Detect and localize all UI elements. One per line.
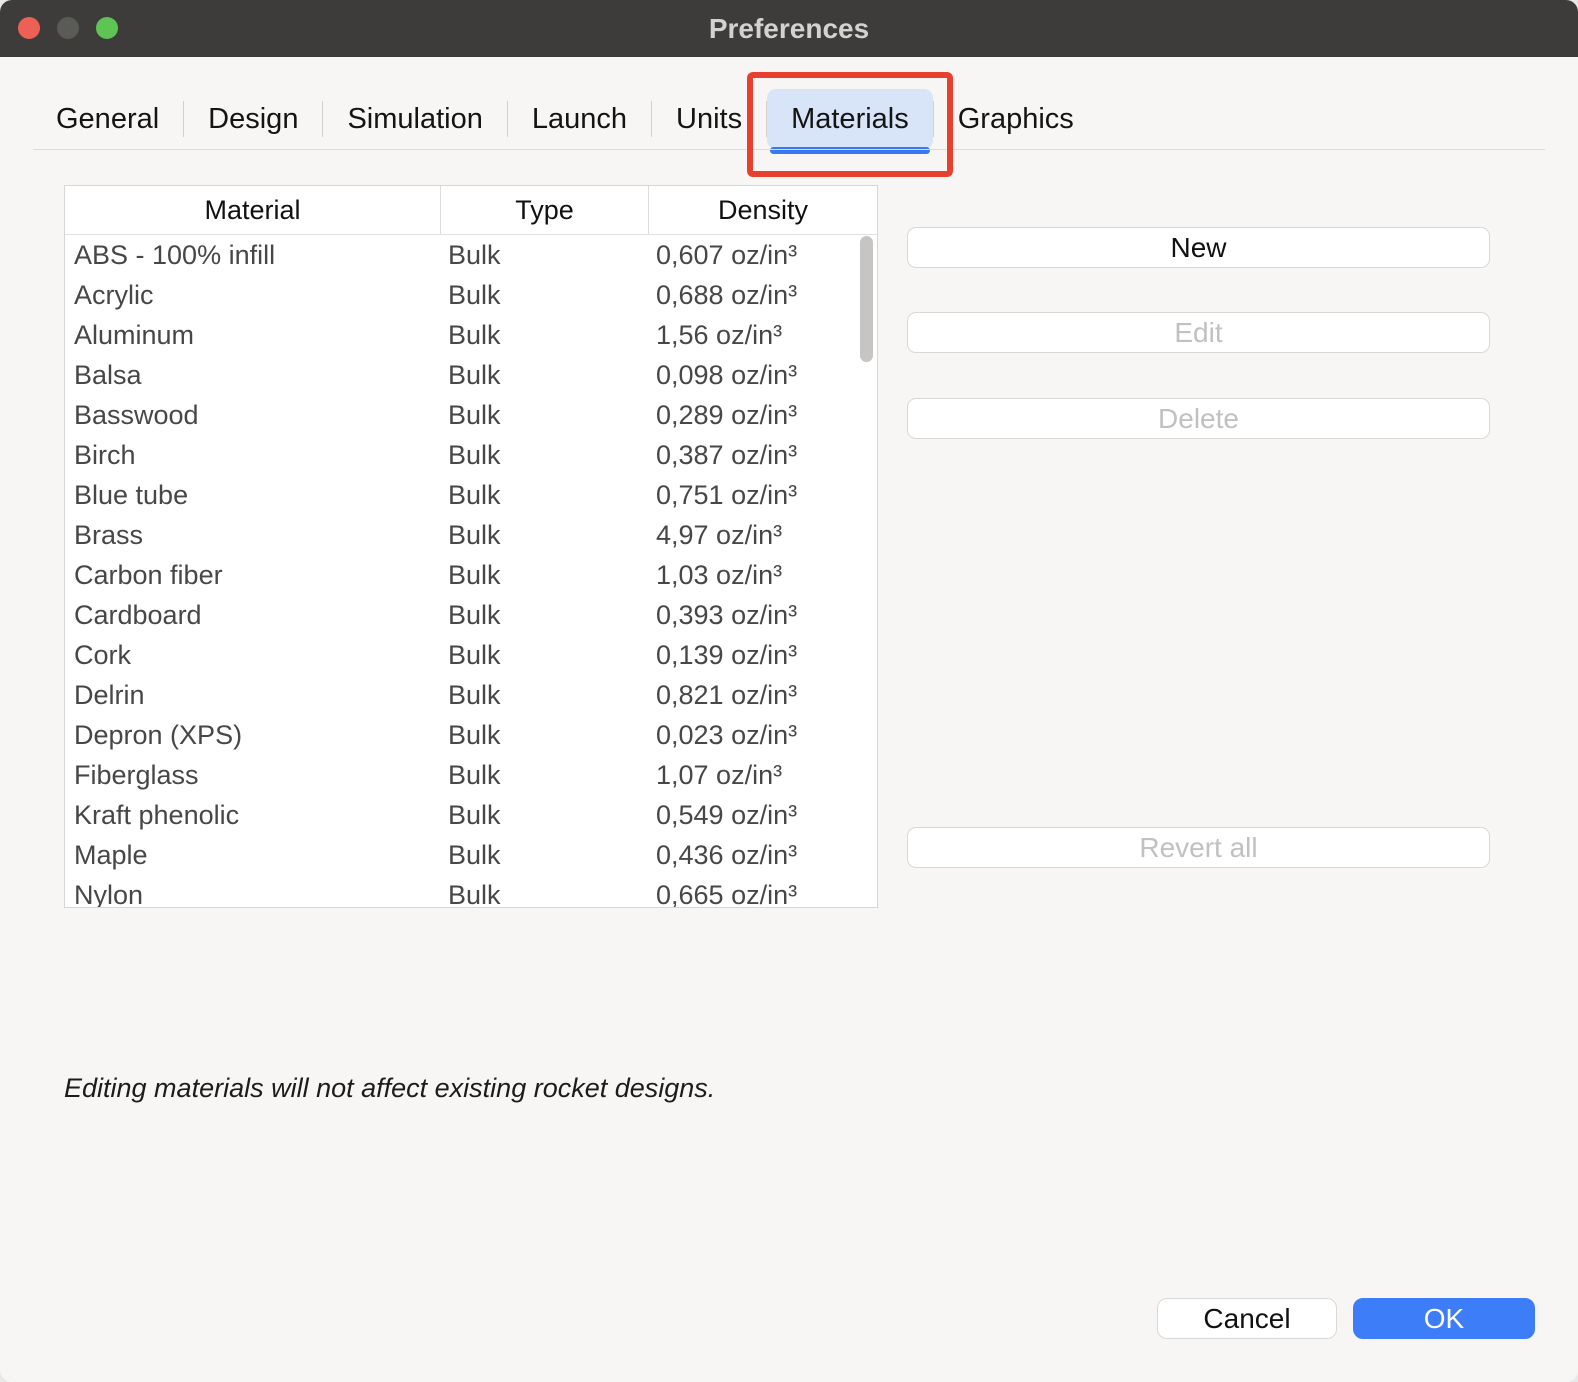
- cell-type: Bulk: [440, 715, 648, 755]
- cell-material: Fiberglass: [65, 755, 440, 795]
- delete-button[interactable]: Delete: [907, 398, 1490, 439]
- ok-button[interactable]: OK: [1353, 1298, 1535, 1339]
- preferences-window: Preferences GeneralDesignSimulationLaunc…: [0, 0, 1578, 1382]
- cell-type: Bulk: [440, 795, 648, 835]
- table-row[interactable]: Maple Bulk 0,436 oz/in³: [65, 835, 877, 875]
- cell-type: Bulk: [440, 475, 648, 515]
- close-window-icon[interactable]: [18, 17, 40, 39]
- new-button[interactable]: New: [907, 227, 1490, 268]
- minimize-window-icon[interactable]: [57, 17, 79, 39]
- table-row[interactable]: Birch Bulk 0,387 oz/in³: [65, 435, 877, 475]
- materials-note: Editing materials will not affect existi…: [64, 1073, 715, 1104]
- cell-density: 0,098 oz/in³: [648, 355, 877, 395]
- title-bar: Preferences: [0, 0, 1578, 57]
- cell-material: ABS - 100% infill: [65, 235, 440, 275]
- cell-type: Bulk: [440, 515, 648, 555]
- table-row[interactable]: Aluminum Bulk 1,56 oz/in³: [65, 315, 877, 355]
- vertical-scrollbar-thumb[interactable]: [860, 236, 873, 362]
- column-header-material[interactable]: Material: [65, 186, 440, 234]
- cell-material: Basswood: [65, 395, 440, 435]
- tab-simulation[interactable]: Simulation: [323, 89, 506, 149]
- table-row[interactable]: Cork Bulk 0,139 oz/in³: [65, 635, 877, 675]
- cell-material: Depron (XPS): [65, 715, 440, 755]
- tab-design[interactable]: Design: [184, 89, 322, 149]
- edit-button[interactable]: Edit: [907, 312, 1490, 353]
- cell-material: Delrin: [65, 675, 440, 715]
- cell-material: Nylon: [65, 875, 440, 908]
- cell-density: 0,549 oz/in³: [648, 795, 877, 835]
- table-row[interactable]: ABS - 100% infill Bulk 0,607 oz/in³: [65, 235, 877, 275]
- materials-table: Material Type Density ABS - 100% infill …: [64, 185, 878, 908]
- cell-density: 1,56 oz/in³: [648, 315, 877, 355]
- cell-density: 0,607 oz/in³: [648, 235, 877, 275]
- table-row[interactable]: Balsa Bulk 0,098 oz/in³: [65, 355, 877, 395]
- cell-material: Cork: [65, 635, 440, 675]
- cell-type: Bulk: [440, 235, 648, 275]
- cell-material: Kraft phenolic: [65, 795, 440, 835]
- cell-type: Bulk: [440, 875, 648, 908]
- tab-units[interactable]: Units: [652, 89, 766, 149]
- cell-type: Bulk: [440, 755, 648, 795]
- tab-divider-line: [33, 149, 1545, 150]
- cell-material: Maple: [65, 835, 440, 875]
- tab-materials[interactable]: Materials: [767, 89, 933, 149]
- cell-type: Bulk: [440, 275, 648, 315]
- column-header-density[interactable]: Density: [648, 186, 877, 234]
- cell-density: 1,07 oz/in³: [648, 755, 877, 795]
- cell-material: Acrylic: [65, 275, 440, 315]
- cancel-button[interactable]: Cancel: [1157, 1298, 1337, 1339]
- traffic-lights: [18, 17, 118, 39]
- table-row[interactable]: Basswood Bulk 0,289 oz/in³: [65, 395, 877, 435]
- cell-material: Aluminum: [65, 315, 440, 355]
- cell-material: Carbon fiber: [65, 555, 440, 595]
- tab-bar: GeneralDesignSimulationLaunchUnitsMateri…: [32, 89, 1098, 149]
- cell-density: 0,023 oz/in³: [648, 715, 877, 755]
- cell-density: 0,139 oz/in³: [648, 635, 877, 675]
- table-row[interactable]: Delrin Bulk 0,821 oz/in³: [65, 675, 877, 715]
- cell-type: Bulk: [440, 595, 648, 635]
- cell-type: Bulk: [440, 555, 648, 595]
- table-row[interactable]: Blue tube Bulk 0,751 oz/in³: [65, 475, 877, 515]
- cell-density: 0,289 oz/in³: [648, 395, 877, 435]
- cell-type: Bulk: [440, 395, 648, 435]
- cell-density: 0,751 oz/in³: [648, 475, 877, 515]
- cell-type: Bulk: [440, 435, 648, 475]
- cell-type: Bulk: [440, 835, 648, 875]
- cell-density: 0,821 oz/in³: [648, 675, 877, 715]
- zoom-window-icon[interactable]: [96, 17, 118, 39]
- cell-density: 0,688 oz/in³: [648, 275, 877, 315]
- cell-material: Brass: [65, 515, 440, 555]
- table-row[interactable]: Acrylic Bulk 0,688 oz/in³: [65, 275, 877, 315]
- cell-density: 0,387 oz/in³: [648, 435, 877, 475]
- cell-density: 4,97 oz/in³: [648, 515, 877, 555]
- tab-graphics[interactable]: Graphics: [934, 89, 1098, 149]
- tab-general[interactable]: General: [32, 89, 183, 149]
- cell-density: 0,436 oz/in³: [648, 835, 877, 875]
- column-header-type[interactable]: Type: [440, 186, 648, 234]
- cell-type: Bulk: [440, 315, 648, 355]
- cell-material: Cardboard: [65, 595, 440, 635]
- table-row[interactable]: Depron (XPS) Bulk 0,023 oz/in³: [65, 715, 877, 755]
- cell-density: 0,665 oz/in³: [648, 875, 877, 908]
- revert-all-button[interactable]: Revert all: [907, 827, 1490, 868]
- window-title: Preferences: [709, 13, 869, 45]
- table-row[interactable]: Fiberglass Bulk 1,07 oz/in³: [65, 755, 877, 795]
- cell-type: Bulk: [440, 635, 648, 675]
- materials-table-header: Material Type Density: [65, 186, 877, 235]
- cell-material: Blue tube: [65, 475, 440, 515]
- table-row[interactable]: Kraft phenolic Bulk 0,549 oz/in³: [65, 795, 877, 835]
- table-row[interactable]: Nylon Bulk 0,665 oz/in³: [65, 875, 877, 908]
- tab-launch[interactable]: Launch: [508, 89, 651, 149]
- cell-density: 1,03 oz/in³: [648, 555, 877, 595]
- cell-material: Balsa: [65, 355, 440, 395]
- table-row[interactable]: Carbon fiber Bulk 1,03 oz/in³: [65, 555, 877, 595]
- cell-type: Bulk: [440, 355, 648, 395]
- table-row[interactable]: Brass Bulk 4,97 oz/in³: [65, 515, 877, 555]
- cell-type: Bulk: [440, 675, 648, 715]
- cell-density: 0,393 oz/in³: [648, 595, 877, 635]
- cell-material: Birch: [65, 435, 440, 475]
- table-row[interactable]: Cardboard Bulk 0,393 oz/in³: [65, 595, 877, 635]
- materials-table-body: ABS - 100% infill Bulk 0,607 oz/in³ Acry…: [65, 235, 877, 908]
